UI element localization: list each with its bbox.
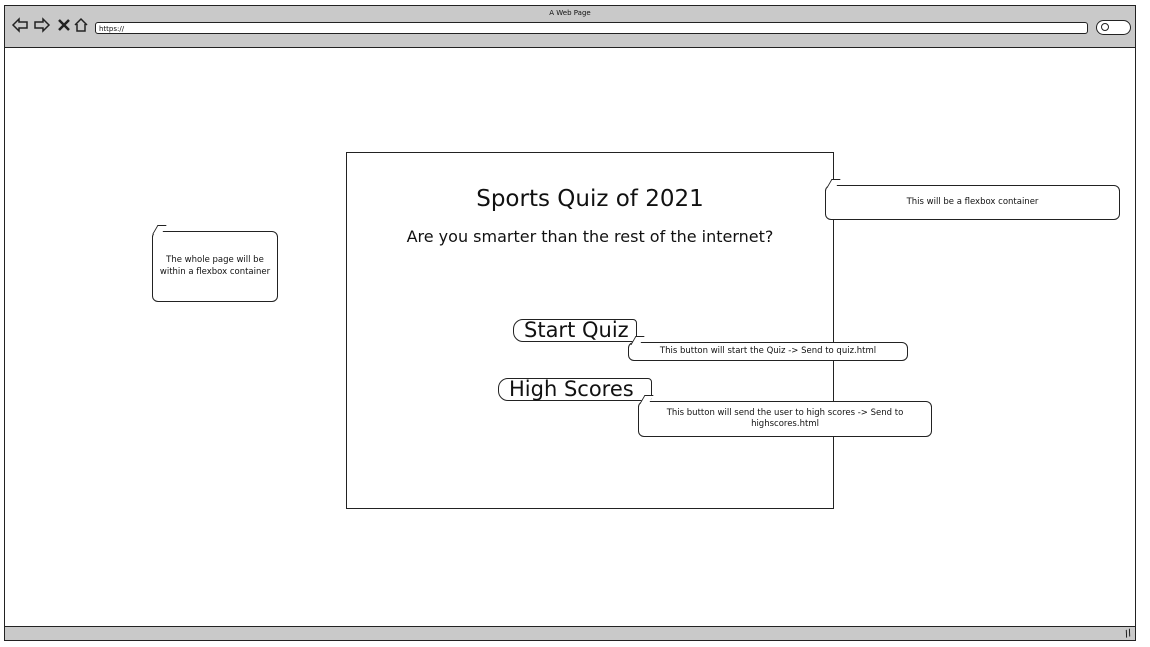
url-bar[interactable]: https:// [95, 22, 1088, 34]
back-arrow-icon[interactable] [11, 16, 29, 34]
quiz-subtitle: Are you smarter than the rest of the int… [406, 227, 774, 246]
scores-button-note: This button will send the user to high s… [638, 395, 932, 437]
status-bar: // [5, 626, 1135, 640]
flex-container-note-text: This will be a flexbox container [906, 196, 1039, 207]
start-button-note-text: This button will start the Quiz -> Send … [659, 345, 877, 356]
window-title: A Web Page [549, 9, 591, 17]
flex-container-note: This will be a flexbox container [825, 179, 1120, 220]
start-quiz-button[interactable]: Start Quiz [513, 319, 637, 342]
high-scores-button[interactable]: High Scores [498, 378, 652, 401]
forward-arrow-icon[interactable] [33, 16, 51, 34]
home-icon[interactable] [72, 16, 90, 34]
page-container-note: The whole page will be within a flexbox … [152, 225, 278, 302]
search-button[interactable] [1096, 20, 1131, 35]
browser-toolbar: A Web Page https:// [5, 6, 1135, 48]
resize-grip-icon[interactable]: // [1124, 628, 1134, 640]
quiz-title: Sports Quiz of 2021 [476, 186, 704, 212]
close-x-icon[interactable] [55, 16, 73, 34]
page-container-note-text: The whole page will be within a flexbox … [159, 255, 271, 277]
start-button-note: This button will start the Quiz -> Send … [628, 336, 908, 361]
scores-button-note-text: This button will send the user to high s… [666, 407, 904, 429]
search-icon [1101, 23, 1109, 31]
